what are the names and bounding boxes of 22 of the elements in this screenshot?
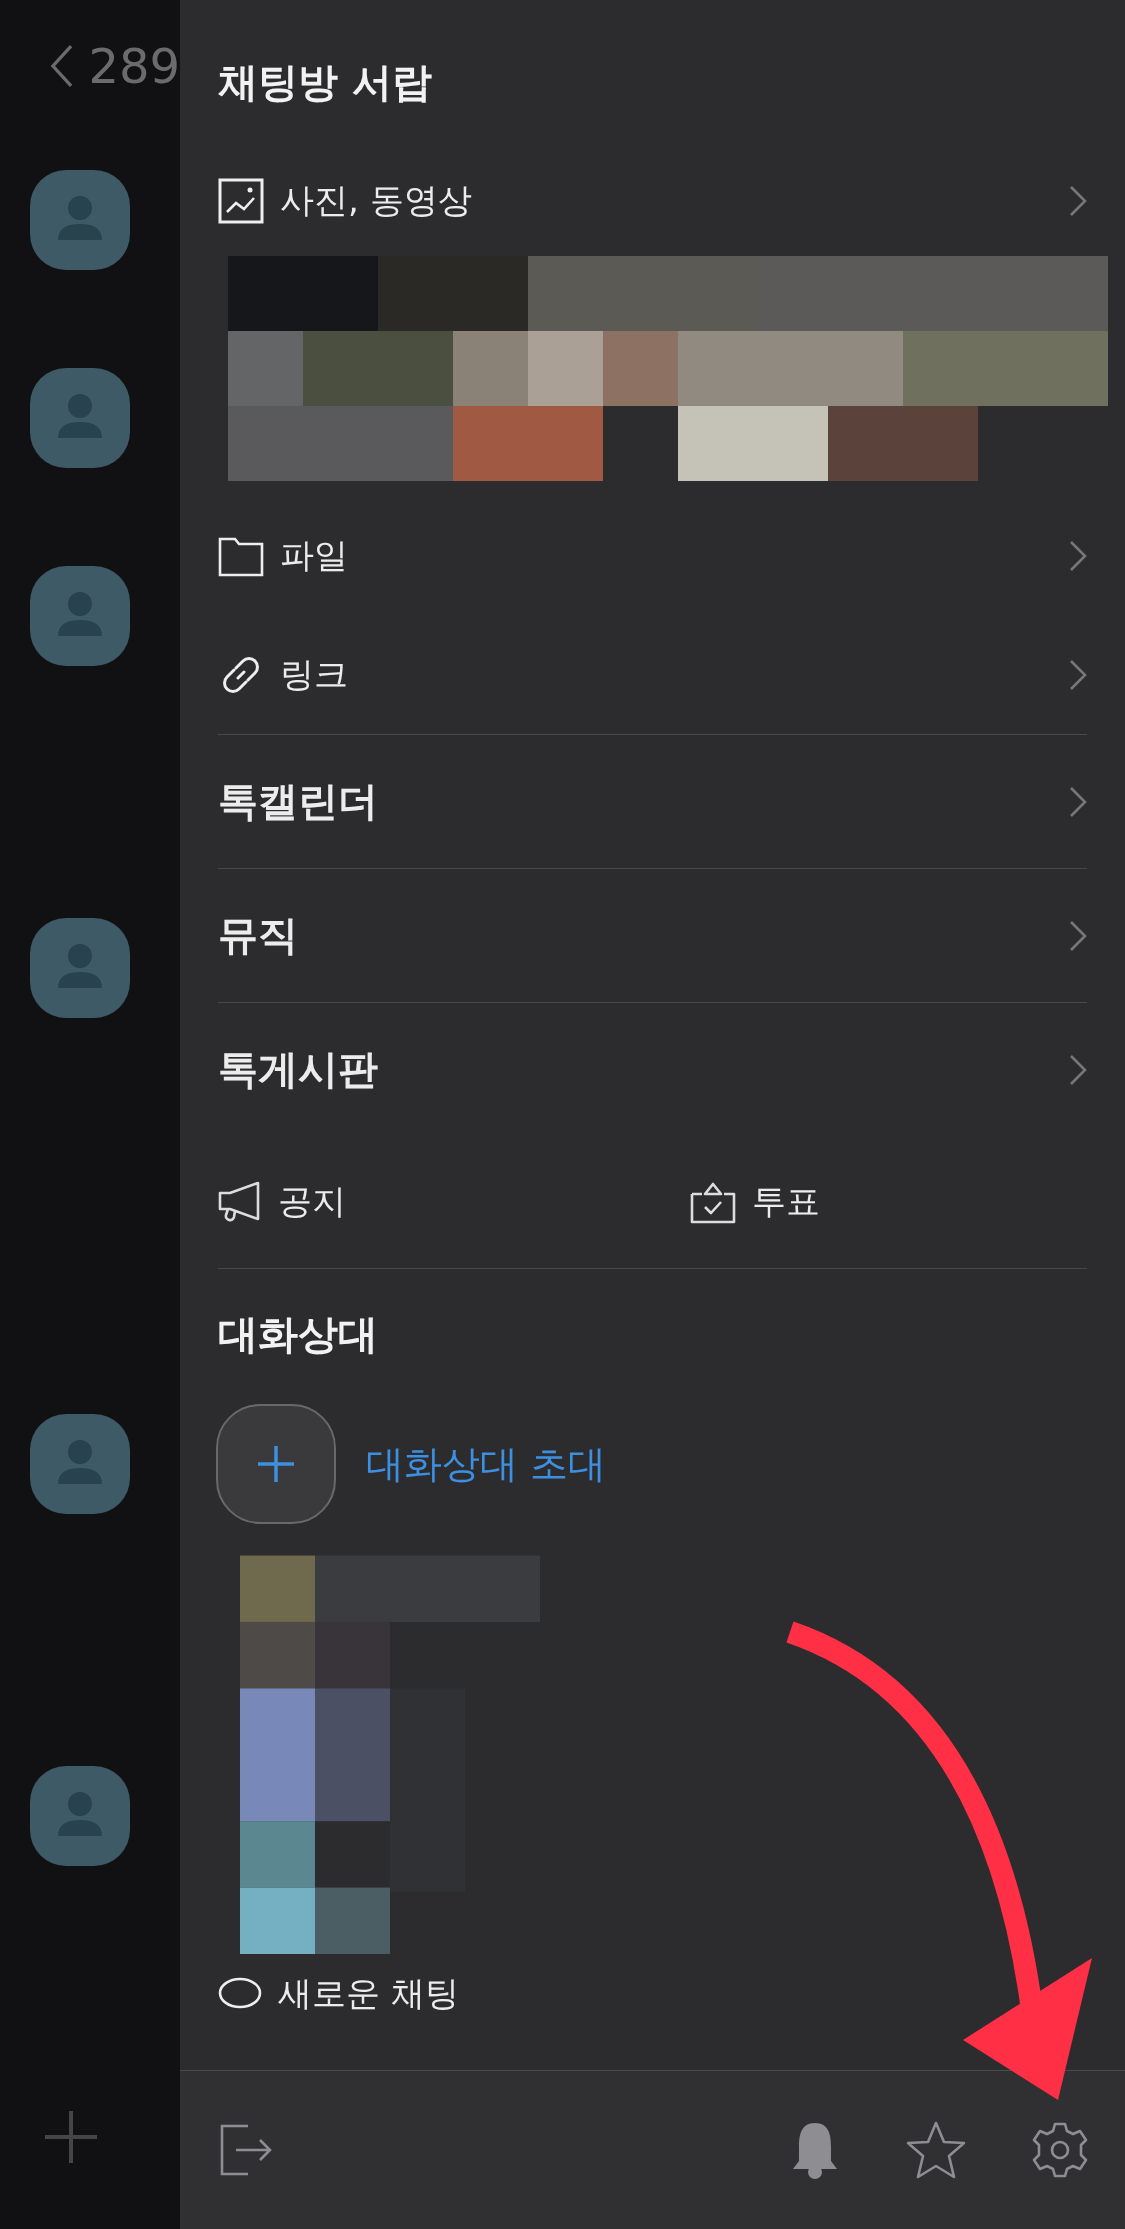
menu-item[interactable]: 뮤직 [218,868,1087,1002]
invite-link[interactable]: 대화상대 초대 [366,1438,607,1490]
menu-label: 톡게시판 [218,1045,379,1094]
menu-item[interactable]: 새로운 채팅 [218,1954,1087,2034]
menu-label: 뮤직 [218,911,299,960]
menu-label: 파일 [280,533,349,577]
drawer-title: 채팅방 서랍 [218,57,433,107]
menu-label: 톡캘린더 [218,777,379,826]
menu-label: 사진, 동영상 [280,179,473,222]
menu-item[interactable]: 톡게시판 [218,1002,1087,1136]
menu-item[interactable]: 사진, 동영상 [218,146,1087,256]
menu-item[interactable]: 링크 [218,615,1087,734]
shortcut-label: 공지 [278,1180,347,1223]
chat-title: 289 [88,38,180,94]
shortcut-item[interactable]: 공지 [218,1136,690,1268]
menu-label: 새로운 채팅 [278,1972,460,2015]
section-title: 대화상대 [218,1309,379,1359]
shortcut-label: 투표 [752,1180,821,1223]
menu-item[interactable]: 파일 [218,496,1087,615]
shortcut-item[interactable]: 투표 [690,1136,1125,1268]
menu-item[interactable]: 톡캘린더 [218,734,1087,868]
menu-label: 링크 [280,652,349,696]
